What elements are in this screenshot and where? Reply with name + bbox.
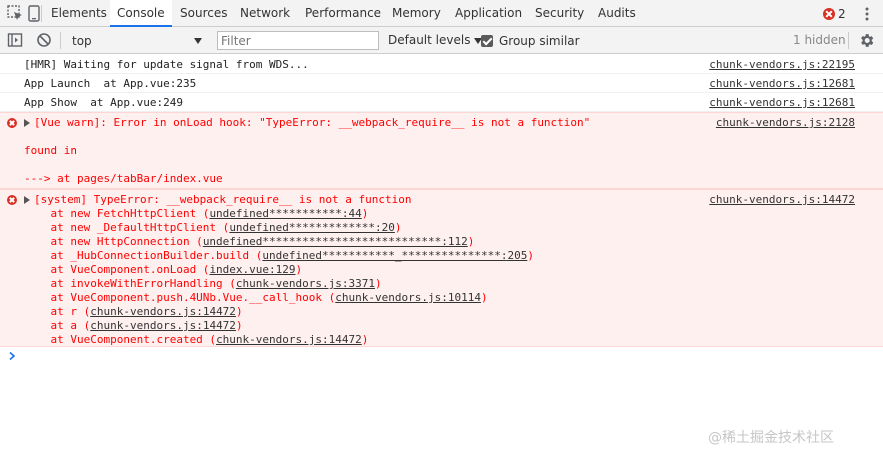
tab-performance[interactable]: Performance	[305, 0, 381, 27]
frame-text: )	[467, 235, 475, 248]
context-value: top	[72, 33, 92, 48]
frame-text: )	[527, 249, 534, 262]
frame-source-link[interactable]: undefined***************************:112	[203, 235, 468, 248]
error-icon	[7, 195, 17, 205]
source-link[interactable]: chunk-vendors.js:12681	[709, 96, 855, 110]
stack-frame: at VueComponent.push.4UNb.Vue.__call_hoo…	[24, 291, 883, 305]
log-message: App Show at App.vue:249 chunk-vendors.js…	[0, 93, 883, 112]
frame-text: )	[394, 221, 402, 234]
frame-text: at VueComponent.onLoad (	[24, 263, 210, 276]
stack-frame: at VueComponent.created (chunk-vendors.j…	[24, 333, 883, 347]
group-similar-checkbox[interactable]	[481, 34, 493, 47]
stack-frame: at r (chunk-vendors.js:14472)	[24, 305, 883, 319]
devtools-tab-bar: Elements Console Sources Network Perform…	[0, 0, 883, 27]
vue-warn-error: [Vue warn]: Error in onLoad hook: "TypeE…	[0, 112, 883, 189]
stack-frame: at new _DefaultHttpClient (undefined****…	[24, 221, 883, 235]
stack-frame: at _HubConnectionBuilder.build (undefine…	[24, 249, 883, 263]
group-similar-label: Group similar	[499, 33, 580, 48]
expand-arrow-icon[interactable]	[24, 119, 30, 127]
frame-source-link[interactable]: chunk-vendors.js:3371	[236, 277, 375, 290]
more-options-icon[interactable]	[860, 6, 874, 22]
frame-text: at a (	[24, 319, 91, 332]
console-messages: [HMR] Waiting for update signal from WDS…	[0, 55, 883, 367]
frame-source-link[interactable]: undefined***********_***************:205	[262, 249, 527, 262]
expand-arrow-icon[interactable]	[24, 196, 30, 204]
group-similar-toggle[interactable]: Group similar	[481, 31, 580, 50]
frame-text: at VueComponent.push.4UNb.Vue.__call_hoo…	[24, 291, 336, 304]
log-text: App Show at App.vue:249	[24, 96, 183, 109]
frame-text: at new HttpConnection (	[24, 235, 203, 248]
tab-security[interactable]: Security	[535, 0, 584, 27]
frame-text: at new _DefaultHttpClient (	[24, 221, 230, 234]
frame-text: )	[375, 277, 382, 290]
stack-frame: at invokeWithErrorHandling (chunk-vendor…	[24, 277, 883, 291]
frame-source-link[interactable]: undefined*************:20	[229, 221, 395, 234]
error-text: ---> at pages/tabBar/index.vue	[24, 172, 223, 185]
frame-source-link[interactable]: chunk-vendors.js:14472	[90, 319, 236, 332]
log-levels-select[interactable]: Default levels	[388, 31, 483, 50]
prompt-chevron-icon	[9, 351, 16, 361]
error-count: 2	[838, 7, 846, 21]
frame-source-link[interactable]: index.vue:129	[209, 263, 295, 276]
log-text: [HMR] Waiting for update signal from WDS…	[24, 58, 309, 71]
tab-application[interactable]: Application	[455, 0, 522, 27]
tab-network[interactable]: Network	[240, 0, 290, 27]
show-sidebar-icon[interactable]	[7, 32, 23, 48]
tab-sources[interactable]: Sources	[180, 0, 227, 27]
stack-frame: at new HttpConnection (undefined********…	[24, 235, 883, 249]
frame-text: at r (	[24, 305, 91, 318]
error-text: found in	[24, 144, 77, 157]
frame-text: )	[480, 291, 488, 304]
system-type-error: [system] TypeError: __webpack_require__ …	[0, 189, 883, 347]
frame-text: at VueComponent.created (	[24, 333, 217, 346]
stack-frame: at a (chunk-vendors.js:14472)	[24, 319, 883, 333]
frame-text: at _HubConnectionBuilder.build (	[24, 249, 263, 262]
levels-label: Default levels	[388, 33, 471, 47]
tab-elements[interactable]: Elements	[51, 0, 107, 27]
device-toolbar-icon[interactable]	[27, 5, 41, 22]
frame-text: )	[361, 207, 369, 220]
log-text: App Launch at App.vue:235	[24, 77, 197, 90]
toolbar-separator	[60, 32, 61, 49]
console-prompt-row[interactable]	[0, 347, 883, 367]
error-icon	[823, 8, 835, 20]
source-link[interactable]: chunk-vendors.js:22195	[709, 58, 855, 72]
console-toolbar: top Default levels Group similar 1 hidde…	[0, 27, 883, 54]
watermark: @稀土掘金技术社区	[708, 430, 834, 446]
frame-source-link[interactable]: chunk-vendors.js:14472	[216, 333, 362, 346]
tab-audits[interactable]: Audits	[598, 0, 636, 27]
clear-console-icon[interactable]	[36, 32, 52, 48]
frame-text: )	[235, 305, 243, 318]
frame-text: )	[295, 263, 303, 276]
frame-source-link[interactable]: chunk-vendors.js:14472	[90, 305, 236, 318]
log-message: App Launch at App.vue:235 chunk-vendors.…	[0, 74, 883, 93]
frame-text: at invokeWithErrorHandling (	[24, 277, 236, 290]
frame-text: )	[361, 333, 369, 346]
error-icon	[7, 118, 17, 128]
filter-input[interactable]	[217, 31, 379, 50]
tab-separator	[41, 5, 42, 22]
stack-frame: at new FetchHttpClient (undefined*******…	[24, 207, 883, 221]
error-counter[interactable]: 2	[823, 6, 846, 22]
dropdown-arrow-icon	[194, 37, 202, 44]
stack-frame: at VueComponent.onLoad (index.vue:129)	[24, 263, 883, 277]
source-link[interactable]: chunk-vendors.js:2128	[716, 116, 855, 130]
tab-memory[interactable]: Memory	[392, 0, 441, 27]
source-link[interactable]: chunk-vendors.js:12681	[709, 77, 855, 91]
hidden-count: 1 hidden	[793, 33, 846, 47]
frame-source-link[interactable]: undefined***********:44	[209, 207, 361, 220]
inspect-element-icon[interactable]	[6, 4, 24, 22]
tab-console[interactable]: Console	[110, 0, 172, 27]
toolbar-separator	[848, 32, 849, 49]
gear-icon[interactable]	[858, 32, 875, 49]
frame-text: at new FetchHttpClient (	[24, 207, 210, 220]
context-select[interactable]: top	[66, 31, 208, 50]
frame-source-link[interactable]: chunk-vendors.js:10114	[335, 291, 481, 304]
log-message: [HMR] Waiting for update signal from WDS…	[0, 55, 883, 74]
source-link[interactable]: chunk-vendors.js:14472	[709, 193, 855, 207]
frame-text: )	[235, 319, 243, 332]
stack-trace: at new FetchHttpClient (undefined*******…	[34, 207, 883, 347]
